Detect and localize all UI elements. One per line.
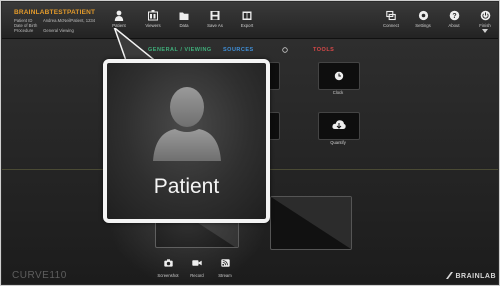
procedure-row: Procedure General Viewing — [14, 28, 74, 33]
power-small-icon — [282, 47, 288, 53]
brand-logo: BRAINLAB — [446, 272, 496, 280]
patient-button[interactable]: Patient — [108, 10, 130, 28]
screenshot-label: Screenshot — [157, 273, 179, 278]
data-button[interactable]: Data — [173, 10, 195, 28]
camera-icon — [163, 259, 173, 267]
folder-icon — [179, 12, 189, 20]
preview-shade — [271, 197, 351, 249]
product-name: CURVE110 — [12, 270, 67, 281]
brand-name: BRAINLAB — [455, 273, 497, 280]
screenshot-button[interactable]: Screenshot — [156, 254, 180, 278]
patient-callout: Patient — [103, 59, 270, 223]
top-toolbar: BRAINLABTESTPATIENT Patient ID Andrea.Mc… — [2, 2, 498, 39]
clock-app-label: Clock — [332, 90, 344, 95]
connect-button[interactable]: Connect — [380, 10, 402, 28]
brainlab-logo-icon — [446, 272, 453, 279]
export-button[interactable]: Export — [236, 10, 258, 28]
quantify-app-tile[interactable] — [318, 112, 360, 140]
export-icon — [242, 11, 252, 20]
video-icon — [192, 260, 202, 266]
record-label: Record — [190, 273, 204, 278]
quantify-app-label: Quantify — [330, 140, 346, 145]
section-sources[interactable]: SOURCES — [223, 47, 254, 53]
stream-button[interactable]: Stream — [213, 254, 237, 278]
clock-icon — [334, 71, 344, 81]
svg-text:?: ? — [452, 13, 456, 20]
help-icon: ? — [449, 10, 459, 21]
person-icon — [114, 10, 124, 21]
power-icon — [480, 10, 490, 21]
export-button-label: Export — [240, 23, 254, 28]
section-tools[interactable]: TOOLS — [313, 47, 334, 53]
quantify-icon — [332, 120, 346, 129]
about-button-label: About — [448, 23, 460, 28]
gear-icon — [418, 10, 428, 21]
stream-icon — [220, 259, 230, 267]
data-button-label: Data — [179, 23, 189, 28]
viewers-button[interactable]: Viewers — [142, 10, 164, 28]
settings-button-label: Settings — [415, 23, 431, 28]
settings-button[interactable]: Settings — [412, 10, 434, 28]
stream-label: Stream — [218, 273, 232, 278]
finish-button[interactable]: Finish — [474, 10, 496, 33]
clock-app-tile[interactable] — [318, 62, 360, 90]
person-icon — [153, 87, 221, 161]
viewers-icon — [148, 10, 158, 21]
procedure-value: General Viewing — [43, 28, 74, 33]
preview-pane-right[interactable] — [270, 196, 352, 250]
save-icon — [210, 11, 220, 20]
procedure-key: Procedure — [14, 28, 34, 33]
finish-button-label: Finish — [479, 23, 491, 28]
patient-name: BRAINLABTESTPATIENT — [14, 9, 96, 16]
patient-id-value: Andrea.McNeilPatient, 1234 — [42, 18, 96, 23]
save-as-button[interactable]: Save As — [204, 10, 226, 28]
connect-button-label: Connect — [382, 23, 399, 28]
about-button[interactable]: ? About — [443, 10, 465, 28]
chevron-down-icon — [482, 29, 488, 33]
callout-label: Patient — [153, 175, 220, 198]
record-button[interactable]: Record — [185, 254, 209, 278]
save-as-button-label: Save As — [207, 23, 223, 28]
connect-icon — [386, 10, 396, 21]
